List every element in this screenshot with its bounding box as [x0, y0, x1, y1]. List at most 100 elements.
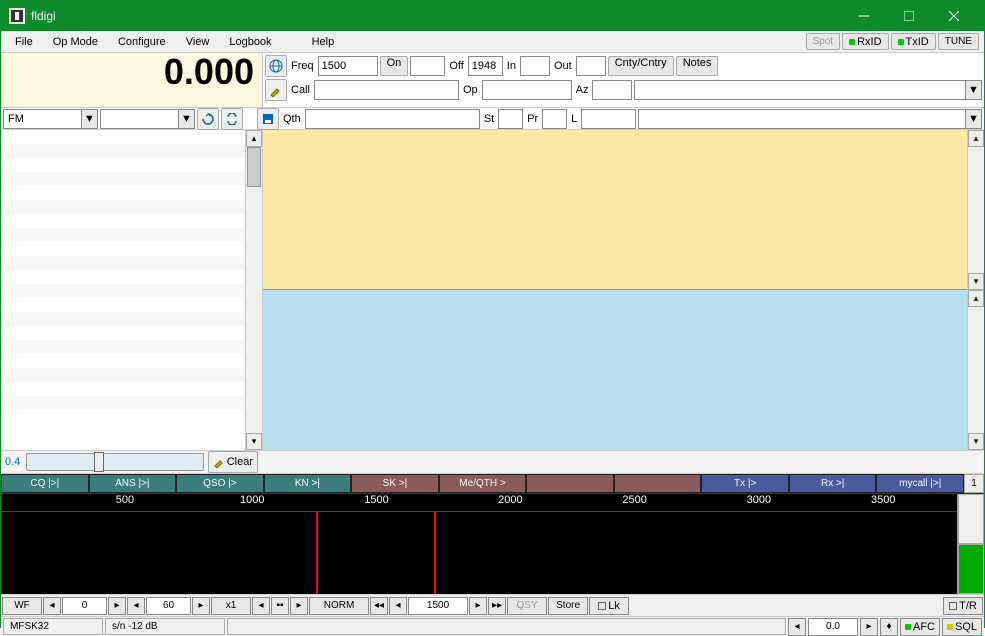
macro-kn[interactable]: KN >| [264, 474, 352, 493]
brush-icon[interactable] [265, 79, 287, 101]
wf-freq-input[interactable] [408, 597, 468, 615]
menu-view[interactable]: View [176, 34, 220, 50]
tr-button[interactable]: T/R [943, 597, 983, 615]
tx-scrollbar[interactable]: ▴ ▾ [967, 290, 984, 450]
wf-display[interactable] [1, 512, 957, 594]
freq-right-icon[interactable]: ▸ [469, 597, 487, 615]
macro-tx[interactable]: Tx |> [701, 474, 789, 493]
macro-7[interactable] [526, 474, 614, 493]
freq-left-icon[interactable]: ◂ [389, 597, 407, 615]
amp-left-icon[interactable]: ◂ [127, 597, 145, 615]
scroll-up-icon[interactable]: ▴ [968, 290, 984, 307]
tx-pane[interactable] [263, 290, 967, 450]
freq-list[interactable] [1, 130, 245, 450]
spd-right-icon[interactable]: ▸ [108, 597, 126, 615]
scroll-down-icon[interactable]: ▾ [246, 433, 262, 450]
sql-button[interactable]: SQL [942, 618, 982, 636]
left-scrollbar[interactable]: ▴ ▾ [245, 130, 262, 450]
chevron-down-icon[interactable]: ▼ [965, 81, 981, 99]
sql-menu-icon[interactable]: ♦ [880, 618, 898, 636]
amp-input[interactable] [146, 597, 191, 615]
sql-left-icon[interactable]: ◂ [788, 618, 806, 636]
notes-button[interactable]: Notes [676, 56, 719, 76]
rxid-button[interactable]: RxID [842, 33, 888, 50]
macro-cq[interactable]: CQ |>| [1, 474, 89, 493]
macro-qso[interactable]: QSO |> [176, 474, 264, 493]
op-input[interactable] [482, 80, 572, 100]
minimize-button[interactable] [841, 1, 886, 31]
freq-input[interactable] [318, 56, 378, 76]
scroll-up-icon[interactable]: ▴ [246, 130, 262, 147]
scroll-down-icon[interactable]: ▾ [968, 433, 984, 450]
mode-select[interactable]: FM ▼ [3, 109, 98, 129]
l-input[interactable] [581, 109, 636, 129]
zoom-left-icon[interactable]: ◂ [252, 597, 270, 615]
freq-rewind-icon[interactable]: ◂◂ [370, 597, 388, 615]
amp-right-icon[interactable]: ▸ [192, 597, 210, 615]
pr-input[interactable] [542, 109, 567, 129]
spd-input[interactable] [62, 597, 107, 615]
scroll-down-icon[interactable]: ▾ [968, 273, 984, 290]
call-input[interactable] [314, 80, 459, 100]
country-combo[interactable]: ▼ [634, 80, 982, 100]
in-input[interactable] [520, 56, 550, 76]
refresh-icon[interactable] [197, 108, 219, 130]
macro-rx[interactable]: Rx >| [789, 474, 877, 493]
squelch-slider[interactable] [26, 453, 203, 471]
menu-opmode[interactable]: Op Mode [43, 34, 108, 50]
chevron-down-icon[interactable]: ▼ [178, 110, 194, 128]
clear-button[interactable]: Clear [208, 451, 258, 473]
spot-button[interactable]: Spot [806, 33, 841, 50]
chevron-down-icon[interactable]: ▼ [81, 110, 97, 128]
refresh2-icon[interactable] [221, 108, 243, 130]
az-input[interactable] [592, 80, 632, 100]
freq-fwd-icon[interactable]: ▸▸ [488, 597, 506, 615]
on-input[interactable] [410, 56, 445, 76]
macro-ans[interactable]: ANS |>| [89, 474, 177, 493]
pause-icon[interactable]: ▪▪ [271, 597, 289, 615]
slider-thumb[interactable] [94, 452, 104, 472]
zoom-right-icon[interactable]: ▸ [290, 597, 308, 615]
macro-meqth[interactable]: Me/QTH > [439, 474, 527, 493]
store-button[interactable]: Store [548, 597, 588, 615]
macro-page[interactable]: 1 [964, 474, 984, 493]
globe-icon[interactable] [265, 55, 287, 77]
save-icon[interactable] [257, 108, 279, 130]
macro-sk[interactable]: SK >| [351, 474, 439, 493]
menu-logbook[interactable]: Logbook [219, 34, 281, 50]
maximize-button[interactable] [886, 1, 931, 31]
menu-file[interactable]: File [5, 34, 43, 50]
rx-scrollbar[interactable]: ▴ ▾ [967, 130, 984, 290]
afc-button[interactable]: AFC [900, 618, 940, 636]
norm-button[interactable]: NORM [309, 597, 369, 615]
st-input[interactable] [498, 109, 523, 129]
macro-mycall[interactable]: mycall |>| [876, 474, 964, 493]
rx-pane[interactable] [263, 130, 967, 290]
lk-button[interactable]: Lk [589, 597, 629, 615]
status-mode[interactable]: MFSK32 [3, 618, 103, 635]
txid-button[interactable]: TxID [891, 33, 936, 50]
off-input[interactable] [468, 56, 503, 76]
scroll-thumb[interactable] [247, 147, 261, 187]
on-button[interactable]: On [380, 56, 409, 76]
wf-button[interactable]: WF [2, 597, 42, 615]
menu-configure[interactable]: Configure [108, 34, 176, 50]
scroll-up-icon[interactable]: ▴ [968, 130, 984, 147]
menu-help[interactable]: Help [302, 34, 345, 50]
close-button[interactable] [931, 1, 976, 31]
qth-input[interactable] [305, 109, 480, 129]
out-input[interactable] [576, 56, 606, 76]
chevron-down-icon[interactable]: ▼ [965, 110, 981, 128]
tune-button[interactable]: TUNE [938, 33, 979, 50]
spd-left-icon[interactable]: ◂ [43, 597, 61, 615]
notes-combo[interactable]: ▼ [638, 109, 982, 129]
wf-marker[interactable] [316, 512, 436, 594]
sql-right-icon[interactable]: ▸ [860, 618, 878, 636]
macro-8[interactable] [614, 474, 702, 493]
sql-input[interactable] [808, 618, 858, 636]
freq-display[interactable]: 0.000 [1, 53, 262, 107]
zoom-button[interactable]: x1 [211, 597, 251, 615]
qsy-button[interactable]: QSY [507, 597, 547, 615]
submode-select[interactable]: ▼ [100, 109, 195, 129]
cnty-button[interactable]: Cnty/Cntry [608, 56, 674, 76]
